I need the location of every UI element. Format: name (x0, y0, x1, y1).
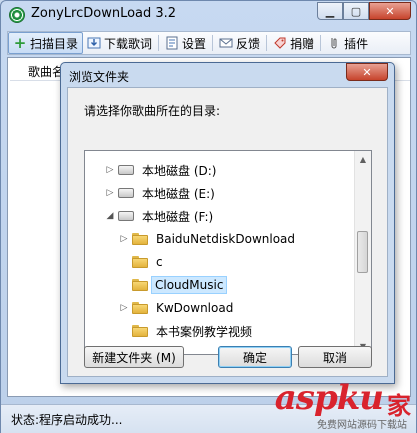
tree-item-drive-d[interactable]: ▷ 本地磁盘 (D:) (105, 159, 371, 181)
maximize-button[interactable]: ▢ (343, 2, 369, 20)
tree-scrollbar[interactable]: ▲ ▼ (354, 151, 371, 354)
settings-button[interactable]: 设置 (161, 32, 210, 54)
tree-item-folder[interactable]: ▷ KwDownload (119, 297, 371, 319)
watermark-text: aspku (274, 378, 384, 418)
settings-icon (165, 36, 179, 50)
scan-directory-label: 扫描目录 (30, 36, 79, 51)
tree-item-folder[interactable]: 本书案例教学视频 (119, 320, 371, 342)
donate-label: 捐赠 (290, 36, 315, 51)
download-icon (87, 36, 101, 50)
cancel-button[interactable]: 取消 (298, 346, 372, 368)
expand-arrow-icon[interactable]: ▷ (119, 303, 129, 313)
window-title: ZonyLrcDownLoad 3.2 (31, 6, 177, 21)
title-bar[interactable]: ZonyLrcDownLoad 3.2 ▁ ▢ ✕ (1, 1, 416, 29)
dialog-body: 请选择你歌曲所在的目录: ▷ 本地磁盘 (D:) ▷ 本地磁盘 (E:) ◢ 本… (67, 87, 388, 377)
folder-icon (132, 256, 148, 268)
tree-item-label: 本地磁盘 (E:) (142, 186, 215, 201)
column-header-song-label: 歌曲名 (28, 65, 65, 79)
folder-icon (132, 233, 148, 245)
drive-icon (118, 211, 134, 221)
status-text: 状态:程序启动成功... (11, 413, 123, 427)
browse-folder-dialog: 浏览文件夹 ✕ 请选择你歌曲所在的目录: ▷ 本地磁盘 (D:) ▷ 本地磁盘 … (60, 62, 395, 384)
folder-icon (132, 302, 148, 314)
minimize-button[interactable]: ▁ (317, 2, 343, 20)
scan-directory-button[interactable]: + 扫描目录 (8, 32, 84, 54)
drive-icon (118, 165, 134, 175)
tree-item-label: BaiduNetdiskDownload (156, 232, 296, 246)
donate-button[interactable]: 捐赠 (269, 32, 318, 54)
tree-item-folder[interactable]: ▷ BaiduNetdiskDownload (119, 228, 371, 250)
scroll-up-icon[interactable]: ▲ (355, 151, 371, 167)
toolbar-separator (158, 35, 160, 51)
ok-button[interactable]: 确定 (218, 346, 292, 368)
tree-item-label: KwDownload (156, 301, 234, 315)
plugins-button[interactable]: 插件 (323, 32, 372, 54)
toolbar: + 扫描目录 下载歌词 设置 反馈 捐赠 插件 (7, 31, 411, 55)
download-lyrics-button[interactable]: 下载歌词 (83, 32, 156, 54)
tree-item-drive-e[interactable]: ▷ 本地磁盘 (E:) (105, 182, 371, 204)
new-folder-button[interactable]: 新建文件夹 (M) (84, 346, 184, 368)
tree-item-folder-selected[interactable]: CloudMusic (119, 274, 371, 296)
toolbar-separator (212, 35, 214, 51)
dialog-prompt: 请选择你歌曲所在的目录: (84, 104, 221, 118)
tree-item-label: 本书案例教学视频 (156, 324, 253, 339)
tree-item-label: 本地磁盘 (D:) (142, 163, 217, 178)
window-controls: ▁ ▢ ✕ (317, 2, 411, 21)
download-lyrics-label: 下载歌词 (104, 36, 153, 51)
collapse-arrow-icon[interactable]: ◢ (105, 211, 115, 221)
tree-item-label: 本地磁盘 (F:) (142, 209, 214, 224)
settings-label: 设置 (182, 36, 207, 51)
close-button[interactable]: ✕ (369, 2, 411, 20)
tree-item-folder[interactable]: c (119, 251, 371, 273)
watermark-subtitle: 免费网站源码下载站 (317, 420, 407, 431)
folder-icon (132, 279, 148, 291)
app-logo-icon (9, 7, 25, 23)
drive-icon (118, 188, 134, 198)
dialog-title: 浏览文件夹 (69, 70, 130, 84)
folder-tree[interactable]: ▷ 本地磁盘 (D:) ▷ 本地磁盘 (E:) ◢ 本地磁盘 (F:) ▷ Ba… (84, 150, 372, 355)
tree-item-label: c (156, 255, 163, 269)
site-watermark-logo: aspku 家 免费网站源码下载站 (233, 378, 413, 431)
tree-item-drive-f[interactable]: ◢ 本地磁盘 (F:) (105, 205, 371, 227)
dialog-close-button[interactable]: ✕ (346, 63, 388, 81)
folder-icon (132, 325, 148, 337)
feedback-button[interactable]: 反馈 (215, 32, 264, 54)
plugins-label: 插件 (344, 36, 369, 51)
scroll-thumb[interactable] (357, 231, 368, 273)
expand-arrow-icon[interactable]: ▷ (105, 165, 115, 175)
toolbar-separator (320, 35, 322, 51)
tree-item-label: CloudMusic (151, 276, 228, 294)
plugin-icon (327, 36, 341, 50)
donate-icon (273, 36, 287, 50)
feedback-label: 反馈 (236, 36, 261, 51)
mail-icon (219, 36, 233, 50)
plus-icon: + (13, 34, 27, 52)
expand-arrow-icon[interactable]: ▷ (119, 234, 129, 244)
toolbar-separator (266, 35, 268, 51)
expand-arrow-icon[interactable]: ▷ (105, 188, 115, 198)
